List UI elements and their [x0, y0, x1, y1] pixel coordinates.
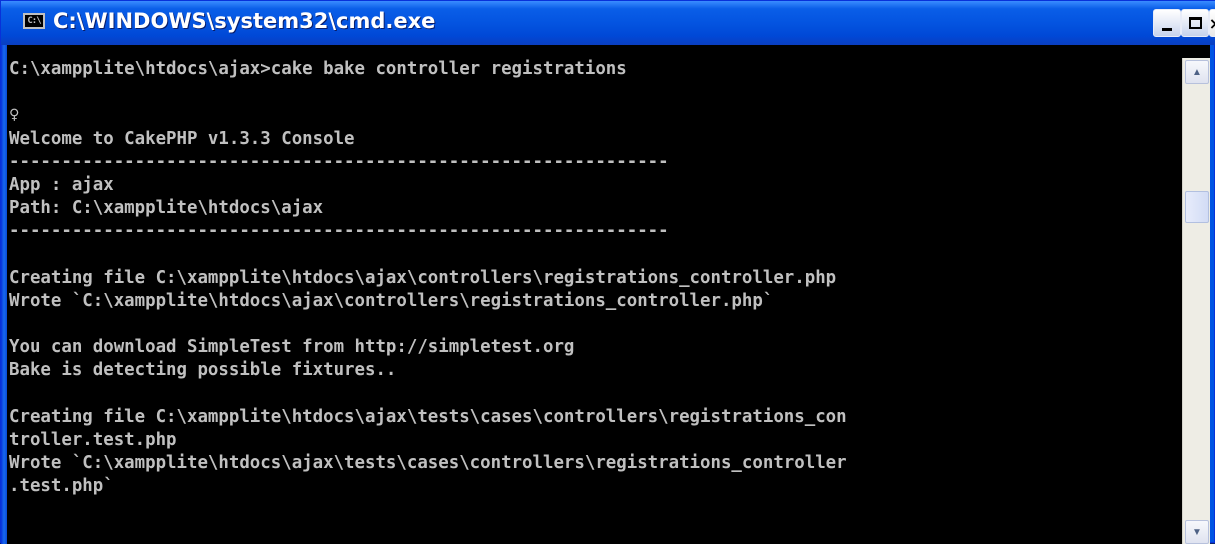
scroll-thumb[interactable]: [1185, 191, 1209, 223]
console-line: Wrote `C:\xampplite\htdocs\ajax\tests\ca…: [9, 453, 847, 474]
console-line: Bake is detecting possible fixtures..: [9, 360, 397, 381]
close-icon: ×: [1210, 14, 1215, 33]
console-line: Path: C:\xampplite\htdocs\ajax: [9, 198, 324, 219]
console-line: ♀: [9, 105, 20, 126]
maximize-button[interactable]: [1181, 9, 1209, 37]
arrow-up-icon: ▲: [1192, 66, 1202, 78]
close-button[interactable]: ×: [1209, 9, 1215, 37]
console-line: App : ajax: [9, 174, 114, 195]
minimize-icon: [1162, 27, 1172, 31]
vertical-scrollbar[interactable]: ▲ ▼: [1182, 58, 1210, 544]
console-line: Welcome to CakePHP v1.3.3 Console: [9, 128, 355, 149]
console-line: Creating file C:\xampplite\htdocs\ajax\c…: [9, 267, 837, 288]
console-line: ----------------------------------------…: [9, 221, 669, 242]
console-line: Creating file C:\xampplite\htdocs\ajax\t…: [9, 406, 847, 427]
maximize-icon: [1188, 17, 1202, 29]
cmd-window: C:\ C:\WINDOWS\system32\cmd.exe × C:\xam…: [0, 0, 1215, 544]
arrow-down-icon: ▼: [1192, 526, 1202, 538]
console-line: C:\xampplite\htdocs\ajax>cake bake contr…: [9, 59, 627, 79]
cmd-icon[interactable]: C:\: [23, 13, 45, 29]
scroll-up-button[interactable]: ▲: [1185, 60, 1209, 84]
console-line: ----------------------------------------…: [9, 151, 669, 172]
scroll-down-button[interactable]: ▼: [1185, 520, 1209, 544]
console-output[interactable]: C:\xampplite\htdocs\ajax>cake bake contr…: [9, 58, 1182, 544]
console-line: troller.test.php: [9, 430, 177, 450]
window-title: C:\WINDOWS\system32\cmd.exe: [53, 9, 436, 33]
minimize-button[interactable]: [1153, 9, 1181, 37]
console-line: .test.php`: [9, 476, 114, 497]
title-bar[interactable]: C:\ C:\WINDOWS\system32\cmd.exe ×: [1, 1, 1215, 45]
console-line: You can download SimpleTest from http://…: [9, 337, 575, 358]
console-line: Wrote `C:\xampplite\htdocs\ajax\controll…: [9, 290, 774, 311]
